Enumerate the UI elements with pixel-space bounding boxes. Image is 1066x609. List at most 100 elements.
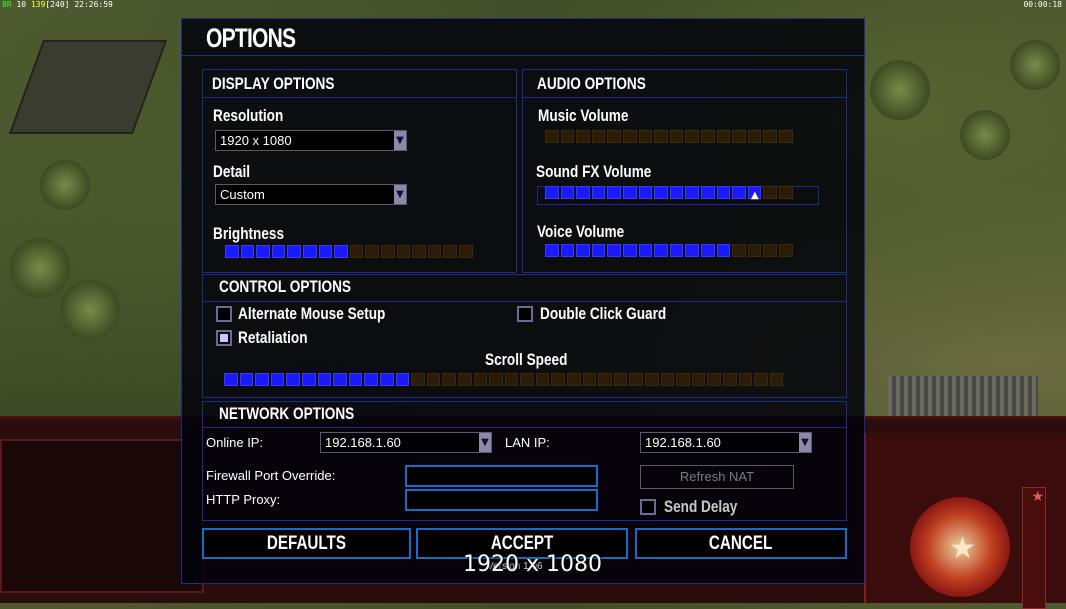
dropdown-arrow-icon[interactable]: ▼ — [394, 185, 406, 204]
slider-segment[interactable] — [723, 373, 737, 386]
slider-segment[interactable] — [638, 186, 653, 199]
slider-segment[interactable] — [716, 186, 731, 199]
alternate-mouse-checkbox[interactable] — [216, 306, 232, 322]
slider-segment[interactable] — [349, 245, 364, 258]
slider-segment[interactable] — [535, 373, 550, 386]
slider-segment[interactable] — [560, 186, 575, 199]
retaliation-checkbox[interactable] — [216, 330, 232, 346]
slider-segment[interactable] — [582, 373, 597, 386]
slider-segment[interactable] — [411, 373, 425, 386]
dropdown-arrow-icon[interactable]: ▼ — [394, 131, 406, 150]
slider-segment[interactable] — [691, 373, 706, 386]
slider-segment[interactable] — [317, 373, 332, 386]
slider-segment[interactable] — [669, 244, 684, 257]
slider-segment[interactable] — [520, 373, 534, 386]
slider-segment[interactable] — [747, 130, 762, 143]
slider-segment[interactable] — [365, 245, 379, 258]
voice-volume-slider[interactable] — [545, 244, 793, 257]
slider-segment[interactable] — [607, 186, 621, 199]
slider-segment[interactable] — [591, 244, 606, 257]
slider-segment[interactable] — [560, 130, 575, 143]
slider-segment[interactable] — [380, 245, 395, 258]
slider-segment[interactable] — [301, 373, 316, 386]
brightness-slider[interactable] — [225, 245, 473, 258]
slider-segment[interactable] — [576, 130, 590, 143]
slider-segment[interactable] — [545, 186, 559, 199]
slider-segment[interactable] — [622, 244, 637, 257]
slider-segment[interactable] — [676, 373, 690, 386]
side-buttons[interactable] — [1022, 487, 1046, 609]
slider-segment[interactable] — [427, 245, 442, 258]
scroll-speed-slider[interactable] — [224, 373, 784, 386]
slider-segment[interactable] — [318, 245, 333, 258]
slider-segment[interactable] — [754, 373, 768, 386]
slider-segment[interactable] — [638, 244, 653, 257]
slider-segment[interactable] — [240, 245, 255, 258]
slider-segment[interactable] — [576, 186, 590, 199]
slider-segment[interactable] — [645, 373, 659, 386]
slider-segment[interactable] — [654, 244, 668, 257]
slider-segment[interactable] — [255, 373, 269, 386]
slider-segment[interactable] — [396, 245, 411, 258]
online-ip-select[interactable]: 192.168.1.60 ▼ — [320, 432, 492, 453]
slider-segment[interactable] — [700, 130, 715, 143]
slider-segment[interactable] — [732, 186, 746, 199]
slider-segment[interactable] — [473, 373, 488, 386]
slider-segment[interactable] — [685, 244, 699, 257]
slider-segment[interactable] — [591, 186, 606, 199]
music-volume-slider[interactable] — [545, 130, 793, 143]
slider-segment[interactable] — [747, 244, 762, 257]
slider-segment[interactable] — [638, 130, 653, 143]
http-proxy-input[interactable] — [405, 489, 598, 511]
slider-segment[interactable] — [545, 130, 559, 143]
slider-segment[interactable] — [763, 130, 777, 143]
lan-ip-select[interactable]: 192.168.1.60 ▼ — [640, 432, 812, 453]
slider-segment[interactable] — [271, 245, 286, 258]
slider-segment[interactable] — [598, 373, 612, 386]
slider-segment[interactable] — [669, 186, 684, 199]
slider-segment[interactable] — [685, 130, 699, 143]
slider-segment[interactable] — [287, 245, 301, 258]
slider-segment[interactable] — [364, 373, 378, 386]
slider-segment[interactable] — [778, 244, 793, 257]
slider-segment[interactable] — [286, 373, 300, 386]
slider-segment[interactable] — [622, 130, 637, 143]
refresh-nat-button[interactable]: Refresh NAT — [640, 465, 794, 489]
slider-segment[interactable] — [225, 245, 239, 258]
slider-segment[interactable] — [700, 244, 715, 257]
slider-segment[interactable] — [778, 130, 793, 143]
slider-segment[interactable] — [443, 245, 457, 258]
slider-segment[interactable] — [239, 373, 254, 386]
slider-segment[interactable] — [591, 130, 606, 143]
slider-segment[interactable] — [607, 244, 621, 257]
slider-segment[interactable] — [551, 373, 566, 386]
slider-segment[interactable] — [334, 245, 348, 258]
slider-segment[interactable] — [769, 373, 784, 386]
slider-segment[interactable] — [302, 245, 317, 258]
slider-segment[interactable] — [613, 373, 628, 386]
slider-segment[interactable] — [412, 245, 426, 258]
slider-segment[interactable] — [333, 373, 347, 386]
cancel-button[interactable]: CANCEL — [635, 528, 847, 559]
slider-segment[interactable] — [607, 130, 621, 143]
slider-segment[interactable] — [457, 373, 472, 386]
slider-segment[interactable] — [545, 244, 559, 257]
defaults-button[interactable]: DEFAULTS — [202, 528, 411, 559]
firewall-port-input[interactable] — [405, 465, 598, 487]
slider-segment[interactable] — [576, 244, 590, 257]
slider-segment[interactable] — [716, 244, 731, 257]
send-delay-checkbox[interactable] — [640, 499, 656, 515]
slider-segment[interactable] — [763, 244, 777, 257]
slider-segment[interactable] — [685, 186, 699, 199]
slider-segment[interactable] — [348, 373, 363, 386]
slider-segment[interactable] — [732, 130, 746, 143]
detail-select[interactable]: Custom ▼ — [215, 184, 407, 205]
slider-segment[interactable] — [395, 373, 410, 386]
slider-segment[interactable] — [654, 186, 668, 199]
slider-segment[interactable] — [442, 373, 456, 386]
slider-segment[interactable] — [270, 373, 285, 386]
slider-segment[interactable] — [700, 186, 715, 199]
slider-segment[interactable] — [458, 245, 473, 258]
slider-segment[interactable] — [489, 373, 503, 386]
dropdown-arrow-icon[interactable]: ▼ — [799, 433, 811, 452]
